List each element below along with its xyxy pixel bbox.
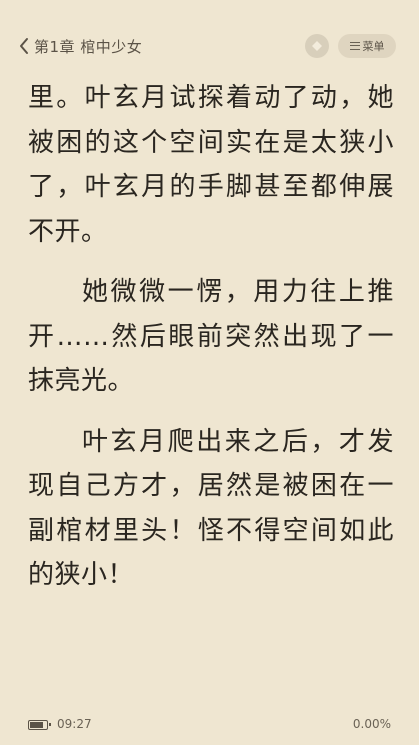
paragraph: 她微微一愣，用力往上推开……然后眼前突然出现了一抹亮光。 [28, 277, 394, 396]
chapter-title: 第1章 棺中少女 [34, 37, 143, 56]
clock-time: 09:27 [57, 717, 92, 731]
diamond-icon [311, 37, 323, 56]
battery-icon [28, 720, 51, 730]
nav-circle-button[interactable] [305, 34, 329, 58]
reading-progress: 0.00% [352, 717, 391, 731]
paragraph: 里。叶玄月试探着动了动，她被困的这个空间实在是太狭小了，叶玄月的手脚甚至都伸展不… [28, 83, 394, 247]
reading-content: 里。叶玄月试探着动了动，她被困的这个空间实在是太狭小了，叶玄月的手脚甚至都伸展不… [28, 76, 394, 614]
status-footer: 09:27 0.00% [0, 705, 419, 745]
back-button[interactable]: 第1章 棺中少女 [18, 33, 142, 59]
hamburger-icon [349, 42, 360, 50]
menu-label: 菜单 [362, 40, 385, 53]
chevron-left-icon [18, 37, 30, 55]
paragraph: 叶玄月爬出来之后，才发现自己方才，居然是被困在一副棺材里头！怪不得空间如此的狭小… [28, 426, 394, 591]
menu-button[interactable]: 菜单 [338, 34, 396, 58]
